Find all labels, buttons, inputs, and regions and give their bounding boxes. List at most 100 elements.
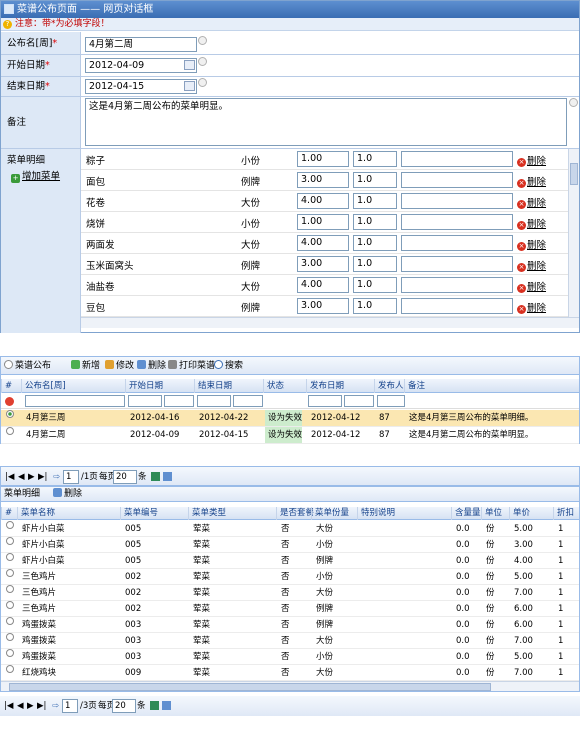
prev-page-button[interactable]: ◀ — [18, 467, 25, 487]
item-price-input[interactable]: 4.00 — [297, 277, 349, 293]
search-button[interactable]: 搜索 — [214, 357, 243, 375]
item-price-input[interactable]: 1.00 — [297, 214, 349, 230]
row-radio[interactable] — [6, 649, 14, 657]
status-button[interactable]: 设为失效 — [265, 427, 303, 443]
delete-item-button[interactable]: × 删除 — [517, 216, 546, 230]
detail-horizontal-scrollbar[interactable] — [81, 317, 579, 328]
column-header[interactable]: 结束日期 — [194, 379, 232, 393]
page-input[interactable]: 1 — [62, 699, 78, 713]
column-header[interactable]: 特别说明 — [357, 507, 395, 520]
column-header[interactable]: 状态 — [263, 379, 284, 393]
filter-start-a[interactable] — [128, 395, 162, 407]
column-header[interactable]: # — [1, 507, 12, 520]
column-header[interactable]: 菜单类型 — [188, 507, 226, 520]
item-note-input[interactable] — [401, 214, 513, 230]
item-qty-input[interactable]: 1.0 — [353, 298, 397, 314]
scroll-thumb[interactable] — [9, 683, 491, 691]
next-page-button[interactable]: ▶ — [27, 696, 34, 716]
item-note-input[interactable] — [401, 172, 513, 188]
row-radio[interactable] — [6, 569, 14, 577]
item-price-input[interactable]: 3.00 — [297, 172, 349, 188]
column-header[interactable]: 是否套餐 — [276, 507, 314, 520]
row-radio[interactable] — [6, 553, 14, 561]
item-price-input[interactable]: 4.00 — [297, 235, 349, 251]
table-row[interactable]: 鸡蛋拨菜 003 荤菜 否 大份 0.0 份 7.00 1 — [1, 633, 579, 649]
end-date-input[interactable]: 2012-04-15 — [85, 79, 197, 94]
delete-item-button[interactable]: × 删除 — [517, 195, 546, 209]
table-row[interactable]: 红烧鸡块 009 荤菜 否 大份 0.0 份 7.00 1 — [1, 665, 579, 681]
delete-item-button[interactable]: × 删除 — [517, 258, 546, 272]
item-qty-input[interactable]: 1.0 — [353, 214, 397, 230]
item-qty-input[interactable]: 1.0 — [353, 256, 397, 272]
per-page-select[interactable]: 20 — [112, 699, 136, 713]
filter-pub-a[interactable] — [308, 395, 342, 407]
column-header[interactable]: 备注 — [404, 379, 425, 393]
column-header[interactable]: 折扣 — [553, 507, 574, 520]
calendar-icon[interactable] — [184, 60, 195, 70]
column-header[interactable]: 菜单编号 — [120, 507, 158, 520]
filter-pub-b[interactable] — [344, 395, 374, 407]
item-price-input[interactable]: 1.00 — [297, 151, 349, 167]
remark-textarea[interactable]: 这是4月第二周公布的菜单明显。 — [85, 98, 567, 146]
column-header[interactable]: 开始日期 — [125, 379, 163, 393]
prev-page-button[interactable]: ◀ — [17, 696, 24, 716]
name-input[interactable]: 4月第二周 — [85, 37, 197, 52]
column-header[interactable]: 公布名[周] — [21, 379, 66, 393]
row-radio[interactable] — [6, 633, 14, 641]
row-radio[interactable] — [6, 665, 14, 673]
table-row[interactable]: 4月第三周 2012-04-16 2012-04-22 设为失效 2012-04-12 8… — [1, 410, 579, 427]
column-header[interactable]: 菜单份量 — [311, 507, 349, 520]
filter-start-b[interactable] — [164, 395, 194, 407]
refresh-icon[interactable] — [151, 472, 160, 481]
row-radio[interactable] — [6, 410, 14, 418]
column-header[interactable]: 菜单名称 — [17, 507, 55, 520]
last-page-button[interactable]: ▶| — [38, 467, 47, 487]
column-header[interactable]: # — [1, 379, 12, 393]
clear-filter-icon[interactable] — [5, 397, 14, 406]
item-note-input[interactable] — [401, 298, 513, 314]
row-radio[interactable] — [6, 601, 14, 609]
detail-vertical-scrollbar[interactable] — [568, 149, 579, 317]
page-input[interactable]: 1 — [63, 470, 79, 484]
menu-horizontal-scrollbar[interactable] — [1, 681, 579, 691]
delete-item-button[interactable]: × 删除 — [517, 153, 546, 167]
item-note-input[interactable] — [401, 151, 513, 167]
table-row[interactable]: 虾片小白菜 005 荤菜 否 大份 0.0 份 5.00 1 — [1, 521, 579, 537]
item-price-input[interactable]: 4.00 — [297, 193, 349, 209]
export-icon[interactable] — [163, 472, 172, 481]
menu-delete-button[interactable]: 删除 — [53, 487, 82, 502]
table-row[interactable]: 鸡蛋拨菜 003 荤菜 否 小份 0.0 份 5.00 1 — [1, 649, 579, 665]
delete-item-button[interactable]: × 删除 — [517, 279, 546, 293]
filter-name[interactable] — [25, 395, 125, 407]
first-page-button[interactable]: |◀ — [4, 696, 13, 716]
row-radio[interactable] — [6, 521, 14, 529]
next-page-button[interactable]: ▶ — [28, 467, 35, 487]
table-row[interactable]: 4月第二周 2012-04-09 2012-04-15 设为失效 2012-04-12 8… — [1, 427, 579, 444]
export-icon[interactable] — [162, 701, 171, 710]
first-page-button[interactable]: |◀ — [5, 467, 14, 487]
table-row[interactable]: 鸡蛋拨菜 003 荤菜 否 例牌 0.0 份 6.00 1 — [1, 617, 579, 633]
calendar-icon[interactable] — [184, 81, 195, 91]
column-header[interactable]: 发布日期 — [306, 379, 344, 393]
delete-button[interactable]: 删除 — [137, 357, 166, 375]
item-price-input[interactable]: 3.00 — [297, 298, 349, 314]
column-header[interactable]: 含量量 — [451, 507, 481, 520]
start-date-input[interactable]: 2012-04-09 — [85, 58, 197, 73]
table-row[interactable]: 三色鸡片 002 荤菜 否 例牌 0.0 份 6.00 1 — [1, 601, 579, 617]
table-row[interactable]: 虾片小白菜 005 荤菜 否 例牌 0.0 份 4.00 1 — [1, 553, 579, 569]
column-header[interactable]: 单价 — [509, 507, 530, 520]
table-row[interactable]: 三色鸡片 002 荤菜 否 小份 0.0 份 5.00 1 — [1, 569, 579, 585]
status-button[interactable]: 设为失效 — [265, 410, 303, 426]
goto-icon[interactable]: ⇨ — [53, 467, 60, 487]
print-button[interactable]: 打印菜谱 — [168, 357, 215, 375]
column-header[interactable]: 发布人 — [374, 379, 404, 393]
item-note-input[interactable] — [401, 277, 513, 293]
item-qty-input[interactable]: 1.0 — [353, 277, 397, 293]
filter-user[interactable] — [377, 395, 405, 407]
table-row[interactable]: 虾片小白菜 005 荤菜 否 小份 0.0 份 3.00 1 — [1, 537, 579, 553]
item-note-input[interactable] — [401, 256, 513, 272]
item-note-input[interactable] — [401, 193, 513, 209]
row-radio[interactable] — [6, 617, 14, 625]
filter-end-a[interactable] — [197, 395, 231, 407]
per-page-select[interactable]: 20 — [113, 470, 137, 484]
